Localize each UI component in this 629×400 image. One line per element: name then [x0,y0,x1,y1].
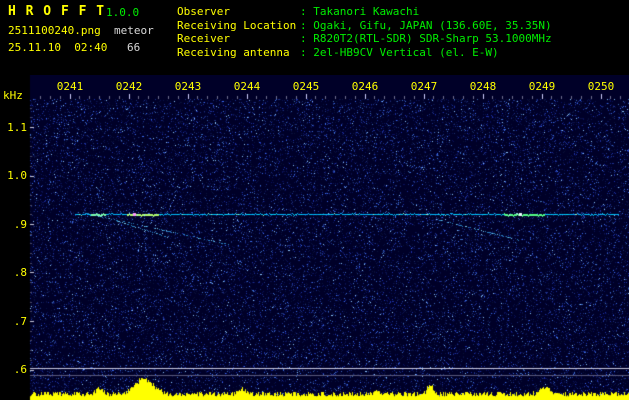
freq-tick-label: 1.1 [1,121,27,134]
freq-tick-label: .8 [1,266,27,279]
info-value: : R820T2(RTL-SDR) SDR-Sharp 53.1000MHz [300,32,552,46]
time-tick-label: 0244 [233,80,261,93]
time-tick-label: 0248 [469,80,497,93]
time-tick-label: 0249 [528,80,556,93]
datetime-label: 25.11.10 02:40 [8,41,107,54]
info-label: Receiving antenna [177,46,300,60]
app-title: H R O F F T [8,4,105,19]
header: H R O F F T 1.0.0 2511100240.png meteor … [0,0,629,75]
time-tick-label: 0241 [56,80,84,93]
time-tick-label: 0247 [410,80,438,93]
spectrogram-panel: kHz 0241 0242 0243 0244 0245 0246 0247 0248 0249… [0,75,629,400]
info-value: : 2el-HB9CV Vertical (el. E-W) [300,46,499,60]
time-tick-label: 0243 [174,80,202,93]
info-value: : Takanori Kawachi [300,5,419,19]
mode-label: meteor [114,24,154,37]
time-tick-label: 0250 [587,80,615,93]
output-filename: 2511100240.png [8,24,101,37]
station-info-row: Observer: Takanori Kawachi [177,5,552,19]
time-tick-label: 0245 [292,80,320,93]
time-tick-label: 0242 [115,80,143,93]
station-info-row: Receiving antenna: 2el-HB9CV Vertical (e… [177,46,552,60]
freq-axis-unit: kHz [3,89,23,102]
freq-tick-label: .9 [1,218,27,231]
time-tick-label: 0246 [351,80,379,93]
spectrogram-canvas [0,75,629,400]
echo-count: 66 [127,41,140,54]
freq-tick-label: .7 [1,315,27,328]
info-label: Observer [177,5,300,19]
station-info-row: Receiver: R820T2(RTL-SDR) SDR-Sharp 53.1… [177,32,552,46]
info-label: Receiver [177,32,300,46]
app-version: 1.0.0 [106,6,139,19]
station-info-row: Receiving Location: Ogaki, Gifu, JAPAN (… [177,19,552,33]
info-value: : Ogaki, Gifu, JAPAN (136.60E, 35.35N) [300,19,552,33]
info-label: Receiving Location [177,19,300,33]
station-info: Observer: Takanori Kawachi Receiving Loca… [177,5,552,59]
freq-tick-label: .6 [1,363,27,376]
freq-tick-label: 1.0 [1,169,27,182]
hrofft-window: H R O F F T 1.0.0 2511100240.png meteor … [0,0,629,400]
